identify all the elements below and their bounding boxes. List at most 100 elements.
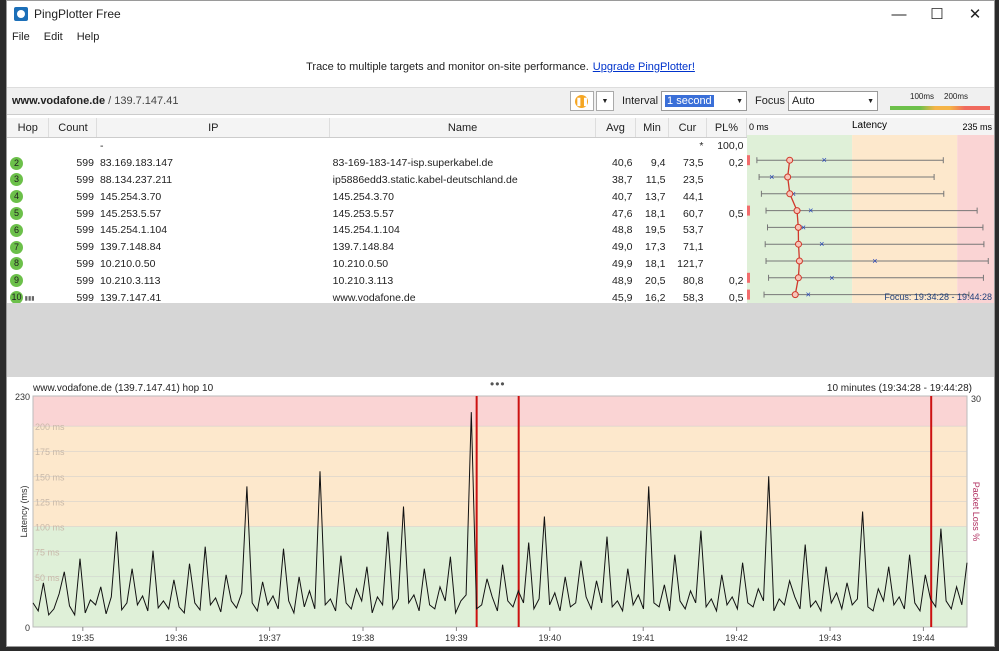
cell-ip: 10.210.0.50 <box>99 257 156 270</box>
minimize-button[interactable]: — <box>880 1 918 27</box>
y-tick-label: 75 ms <box>35 548 60 558</box>
column-header-cur[interactable]: Cur <box>668 118 707 138</box>
title-bar: PingPlotter Free — ☐ ✕ <box>7 1 994 27</box>
cell-count: 599 <box>76 224 94 237</box>
column-header-hop[interactable]: Hop <box>7 118 50 138</box>
table-row[interactable]: 5 599 145.253.5.57 145.253.5.57 47,6 18,1 60,7… <box>7 205 747 222</box>
y-tick-label: 230 <box>15 392 30 402</box>
cell-name: 145.253.5.57 <box>332 207 394 220</box>
latency-title: Latency <box>852 120 887 131</box>
chevron-down-icon: ▼ <box>736 97 744 105</box>
cell-ip: 145.254.1.104 <box>99 224 168 237</box>
cell-name: 83-169-183-147-isp.superkabel.de <box>332 157 494 170</box>
upgrade-banner: Trace to multiple targets and monitor on… <box>7 47 994 87</box>
x-tick-label: 19:44 <box>912 633 935 643</box>
column-header-ip[interactable]: IP <box>96 118 331 138</box>
interval-select[interactable]: 1 second ▼ <box>661 91 748 111</box>
latency-avg-point <box>794 274 802 282</box>
y2-tick-label: 30 <box>971 394 981 404</box>
table-row[interactable]: 4 599 145.254.3.70 145.254.3.70 40,7 13,7 44,1 <box>7 188 747 205</box>
cell-count: 599 <box>76 173 94 186</box>
table-row[interactable]: 9 599 10.210.3.113 10.210.3.113 48,9 20,5 80,8… <box>7 272 747 289</box>
cell-hop: 5 <box>7 205 49 222</box>
x-tick-label: 19:36 <box>165 633 188 643</box>
latency-max-label: 235 ms <box>962 122 992 132</box>
latency-color-scale: 100ms 200ms <box>890 91 990 111</box>
table-row[interactable]: 8 599 10.210.0.50 10.210.0.50 49,9 18,1 121,7 <box>7 256 747 273</box>
cell-cur: 121,7 <box>677 257 704 270</box>
hop-badge: 3 <box>10 173 23 187</box>
table-row[interactable]: - * 100,0 <box>7 138 747 155</box>
cell-pl <box>706 172 746 189</box>
cell-min: 11,5 <box>645 173 666 186</box>
cell-avg <box>596 138 636 155</box>
cell-hop: 8 <box>7 256 49 273</box>
latency-avg-point <box>795 257 803 265</box>
table-row[interactable]: 6 599 145.254.1.104 145.254.1.104 48,8 19,5 53… <box>7 222 747 239</box>
latency-avg-point <box>791 291 799 299</box>
cell-pl: 0,2 <box>728 157 744 170</box>
cell-cur: 71,1 <box>683 241 704 254</box>
cell-avg: 48,8 <box>612 224 633 237</box>
hop-badge: 9 <box>10 274 23 288</box>
cell-hop: 3 <box>7 172 49 189</box>
latency-current-mark: × <box>806 290 811 300</box>
hop-badge: 7 <box>10 240 23 254</box>
x-tick-label: 19:40 <box>539 633 562 643</box>
cell-ip: 139.7.148.84 <box>99 241 162 254</box>
menu-help[interactable]: Help <box>77 31 100 43</box>
cell-count: 599 <box>76 274 94 287</box>
x-tick-label: 19:37 <box>258 633 281 643</box>
cell-name: 10.210.0.50 <box>332 257 389 270</box>
table-row[interactable]: 2 599 83.169.183.147 83-169-183-147-isp.sup… <box>7 155 747 172</box>
menu-file[interactable]: File <box>12 31 30 43</box>
cell-name: 10.210.3.113 <box>332 274 394 287</box>
focus-select[interactable]: Auto ▼ <box>788 91 878 111</box>
y2-axis-title: Packet Loss % <box>971 482 981 542</box>
maximize-button[interactable]: ☐ <box>918 1 956 27</box>
target-name: www.vodafone.de <box>12 95 106 107</box>
latency-current-mark: × <box>829 273 834 283</box>
cell-cur: 80,8 <box>683 274 704 287</box>
focus-label: Focus <box>755 95 785 107</box>
table-header-row: Hop Count IP Name Avg Min Cur PL% <box>7 118 748 138</box>
latency-current-mark: × <box>822 155 827 165</box>
graph-icon[interactable]: ▮▮▮ <box>23 296 35 302</box>
target-bar: www.vodafone.de / 139.7.147.41 ❚❚ ▼ Inte… <box>7 87 994 115</box>
menu-edit[interactable]: Edit <box>44 31 63 43</box>
interval-label: Interval <box>621 95 659 107</box>
hop-badge: 4 <box>10 190 23 204</box>
cell-min: 13,7 <box>645 190 666 203</box>
x-tick-label: 19:38 <box>352 633 375 643</box>
column-header-count[interactable]: Count <box>48 118 98 138</box>
column-header-avg[interactable]: Avg <box>595 118 636 138</box>
scale-label-200: 200ms <box>944 92 969 101</box>
pause-button[interactable]: ❚❚ <box>569 91 594 111</box>
cell-hop: 2 <box>7 155 49 172</box>
app-window: PingPlotter Free — ☐ ✕ File Edit Help Tr… <box>6 0 995 647</box>
cell-name <box>330 138 596 155</box>
cell-ip: 88.134.237.211 <box>99 173 173 186</box>
cell-min: 9,4 <box>650 157 666 170</box>
upgrade-link[interactable]: Upgrade PingPlotter! <box>593 61 695 73</box>
latency-avg-point <box>793 207 801 215</box>
column-header-name[interactable]: Name <box>329 118 597 138</box>
close-button[interactable]: ✕ <box>956 1 994 27</box>
window-controls: — ☐ ✕ <box>880 1 994 27</box>
hops-table: Hop Count IP Name Avg Min Cur PL% - * 100,0 2 599 83… <box>7 118 748 323</box>
cell-ip: - <box>99 140 104 153</box>
cell-hop: 9 <box>7 272 49 289</box>
table-row[interactable]: 7 599 139.7.148.84 139.7.148.84 49,0 17,3 71,1 <box>7 239 747 256</box>
column-header-plpct[interactable]: PL% <box>706 118 748 138</box>
packet-loss-mark <box>747 289 750 300</box>
cell-count <box>49 138 97 155</box>
pause-dropdown-button[interactable]: ▼ <box>595 91 614 111</box>
y-tick-label: 50 ms <box>35 573 60 583</box>
packet-loss-mark <box>747 155 750 166</box>
cell-avg: 47,6 <box>612 207 633 220</box>
column-header-min[interactable]: Min <box>635 118 669 138</box>
table-row[interactable]: 3 599 88.134.237.211 ip5886edd3.static.kabe… <box>7 172 747 189</box>
cell-pl <box>706 239 746 256</box>
latency-avg-point <box>794 223 802 231</box>
cell-avg: 49,0 <box>612 241 633 254</box>
